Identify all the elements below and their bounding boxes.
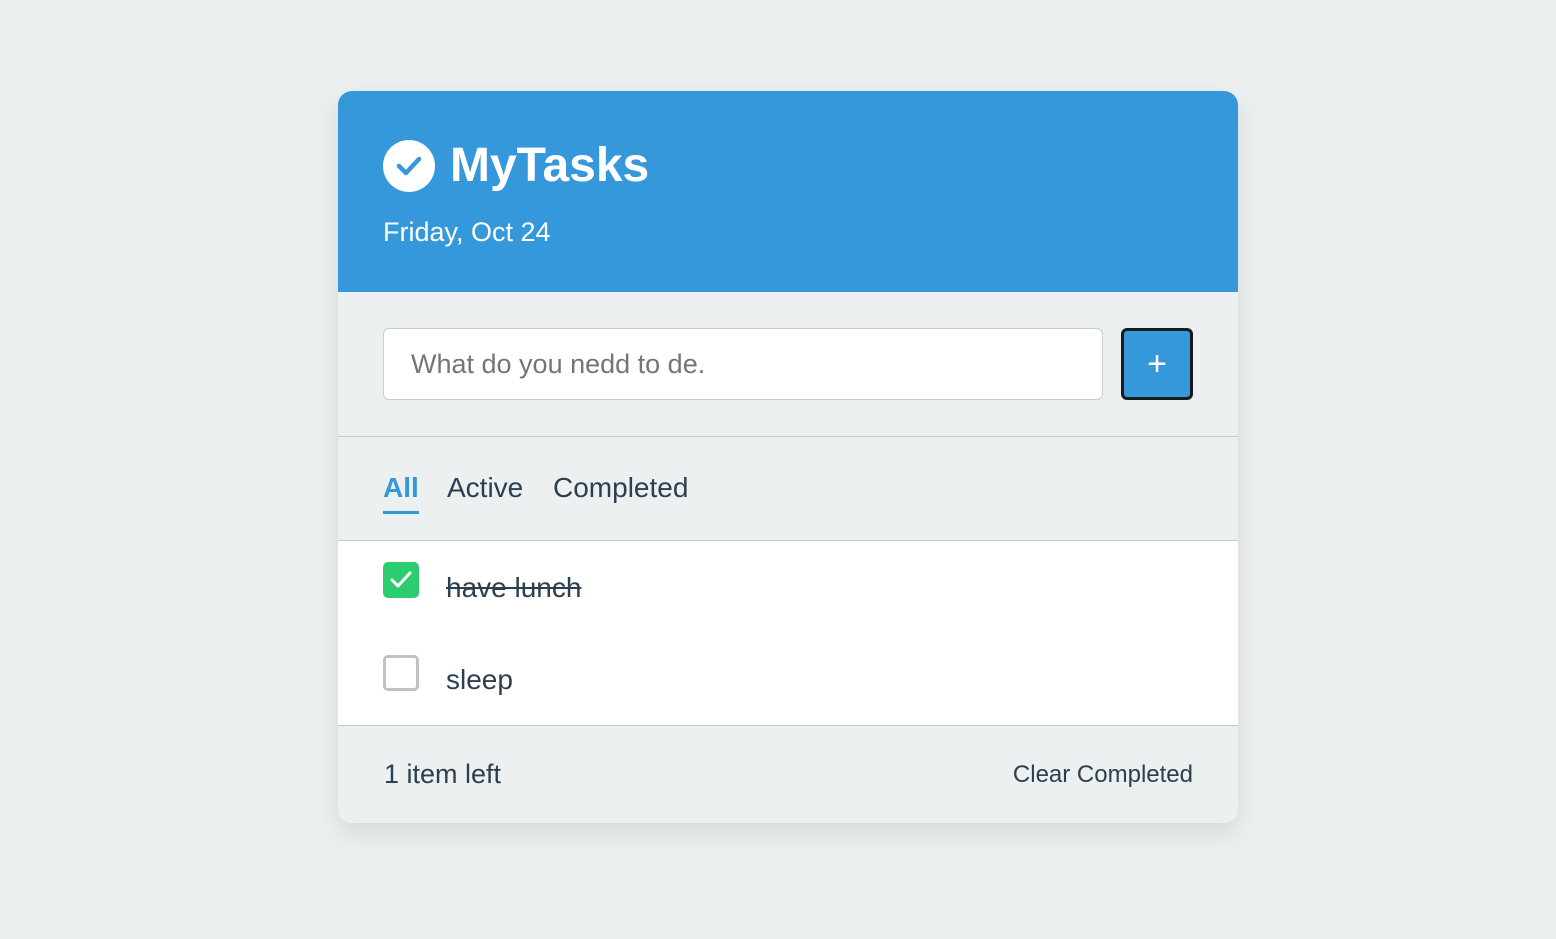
task-text: have lunch (446, 572, 582, 603)
current-date: Friday, Oct 24 (383, 217, 551, 247)
app-title: MyTasks (450, 139, 650, 192)
task-checkbox-checked[interactable] (383, 562, 419, 598)
task-text: sleep (446, 664, 513, 695)
task-checkbox-unchecked[interactable] (383, 655, 419, 691)
todo-card: MyTasks Friday, Oct 24 + All Active Comp… (338, 91, 1238, 823)
new-task-area: + (338, 292, 1238, 437)
add-task-button[interactable]: + (1121, 328, 1193, 400)
new-task-input[interactable] (383, 328, 1103, 400)
task-item: have lunch (338, 541, 1238, 633)
tab-active[interactable]: Active (447, 471, 523, 511)
task-list: have lunch sleep (338, 541, 1238, 726)
tab-completed[interactable]: Completed (553, 471, 688, 511)
check-circle-icon (383, 140, 435, 192)
tab-all[interactable]: All (383, 471, 419, 514)
task-item: sleep (338, 633, 1238, 725)
clear-completed-button[interactable]: Clear Completed (1013, 761, 1193, 789)
title-row: MyTasks (383, 140, 649, 192)
checkmark-icon (390, 571, 412, 588)
app-header: MyTasks Friday, Oct 24 (338, 91, 1238, 292)
filter-tabs: All Active Completed (338, 437, 1238, 541)
list-footer: 1 item left Clear Completed (338, 726, 1238, 823)
items-left-count: 1 item left (384, 759, 502, 789)
